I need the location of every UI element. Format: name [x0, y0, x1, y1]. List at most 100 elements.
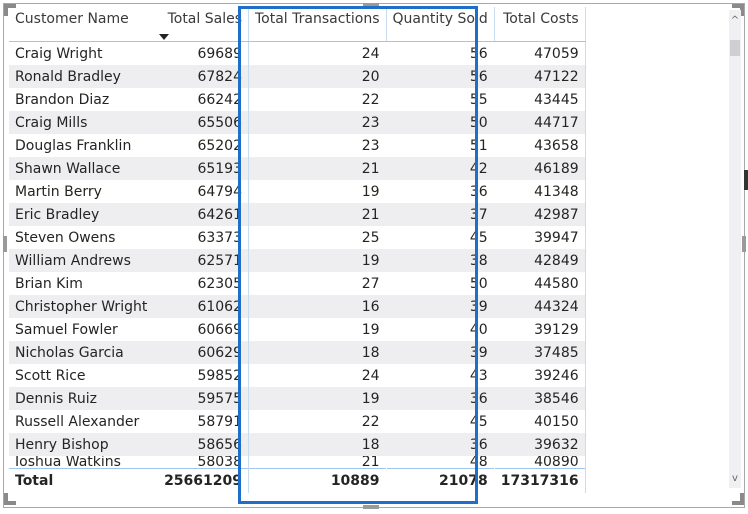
- cell-total-costs: 41348: [493, 180, 586, 203]
- cell-text: 58038: [197, 456, 242, 466]
- cell-quantity-sold: 56: [385, 65, 495, 88]
- table-row[interactable]: Douglas Franklin 65202 23 51 43658: [9, 134, 586, 157]
- cell-total-costs: 39246: [493, 364, 586, 387]
- cell-total-sales: 63373: [197, 229, 242, 246]
- cell-quantity-sold: 45: [385, 410, 495, 433]
- total-row: Total 25661209 10889 21078 17317316: [9, 468, 586, 493]
- table-row[interactable]: Craig Wright 69689 24 56 47059: [9, 41, 586, 65]
- cell-customer-name: Eric Bradley: [9, 203, 157, 226]
- cell-total-costs: 39947: [493, 226, 586, 249]
- data-table: Customer Name Total Sales Total Transact…: [9, 7, 586, 493]
- resize-handle-left[interactable]: [3, 236, 7, 252]
- cell-total-transactions: 22: [248, 88, 387, 111]
- column-header-total-costs[interactable]: Total Costs: [494, 7, 586, 42]
- table-row[interactable]: Shawn Wallace 65193 21 42 46189: [9, 157, 586, 180]
- cell-total-transactions: 24: [248, 41, 387, 65]
- total-sales: 25661209: [157, 468, 249, 493]
- cell-quantity-sold: 50: [385, 272, 495, 295]
- cell-total-transactions: 18: [248, 341, 387, 364]
- cell-total-sales: 58791: [197, 413, 242, 430]
- table-row[interactable]: Christopher Wright 61062 16 39 44324: [9, 295, 586, 318]
- cell-text: 48: [469, 456, 488, 466]
- cell-quantity-sold: 45: [385, 226, 495, 249]
- table-row[interactable]: Craig Mills 65506 23 50 44717: [9, 111, 586, 134]
- cell-customer-name: Steven Owens: [15, 229, 116, 246]
- cell-quantity-sold: 50: [385, 111, 495, 134]
- cell-total-transactions: 23: [248, 111, 387, 134]
- cell-customer-name: Shawn Wallace: [9, 157, 157, 180]
- column-header-total-transactions[interactable]: Total Transactions: [248, 7, 387, 42]
- cell-total-costs: 42849: [493, 249, 586, 272]
- cell-total-sales: 69689: [197, 45, 242, 62]
- scroll-thumb[interactable]: [730, 40, 740, 56]
- cell-total-costs: 37485: [493, 341, 586, 364]
- cell-customer-name: Brandon Diaz: [15, 91, 110, 108]
- cell-customer-name: Craig Mills: [9, 111, 157, 134]
- cell-total-transactions: 21: [248, 203, 387, 226]
- table-row-partial[interactable]: Joshua Watkins 58038 21 48 40890: [9, 456, 586, 469]
- cell-total-transactions: 22: [248, 410, 387, 433]
- table-row[interactable]: Dennis Ruiz 59575 19 36 38546: [9, 387, 586, 410]
- cell-customer-name: Samuel Fowler: [15, 321, 118, 338]
- total-label: Total: [9, 468, 157, 493]
- table-row[interactable]: Russell Alexander 58791 22 45 40150: [9, 410, 586, 433]
- cell-total-transactions: 19: [248, 180, 387, 203]
- cell-total-transactions: 25: [248, 226, 387, 249]
- edge-marker: [744, 170, 748, 190]
- corner-handle-bottom-right[interactable]: [732, 493, 744, 505]
- total-transactions: 10889: [248, 468, 387, 493]
- resize-handle-right[interactable]: [742, 236, 746, 252]
- table-row[interactable]: Brian Kim 62305 27 50 44580: [9, 272, 586, 295]
- total-costs: 17317316: [493, 468, 586, 493]
- cell-total-transactions: 21: [248, 456, 387, 469]
- cell-customer-name: Russell Alexander: [15, 413, 140, 430]
- vertical-scrollbar[interactable]: ^ v: [729, 10, 741, 488]
- scroll-down-icon[interactable]: v: [729, 472, 741, 486]
- cell-total-transactions: 19: [248, 249, 387, 272]
- column-header-quantity-sold[interactable]: Quantity Sold: [386, 7, 495, 42]
- cell-total-sales: 65193: [157, 157, 249, 180]
- cell-customer-name: Christopher Wright: [9, 295, 157, 318]
- cell-total-transactions: 18: [248, 433, 387, 456]
- cell-customer-name: Dennis Ruiz: [9, 387, 157, 410]
- cell-total-sales: 58038: [157, 456, 249, 469]
- table-row[interactable]: Ronald Bradley 67824 20 56 47122: [9, 65, 586, 88]
- cell-total-sales: 65506: [157, 111, 249, 134]
- cell-text: 40890: [534, 456, 579, 466]
- table-row[interactable]: Henry Bishop 58656 18 36 39632: [9, 433, 586, 456]
- header-label: Total Sales: [167, 11, 242, 27]
- cell-quantity-sold: 38: [385, 249, 495, 272]
- cell-quantity-sold: 36: [385, 433, 495, 456]
- cell-quantity-sold: 40: [385, 318, 495, 341]
- scroll-up-icon[interactable]: ^: [729, 14, 741, 28]
- cell-total-sales: 60629: [157, 341, 249, 364]
- table-body: Craig Wright 69689 24 56 47059 Ronald Bradley…: [9, 41, 586, 469]
- cell-customer-name: Martin Berry: [15, 183, 102, 200]
- table-row[interactable]: Samuel Fowler 60669 19 40 39129: [9, 318, 586, 341]
- table-row[interactable]: William Andrews 62571 19 38 42849: [9, 249, 586, 272]
- cell-quantity-sold: 36: [385, 180, 495, 203]
- cell-total-costs: 38546: [493, 387, 586, 410]
- table-row[interactable]: Eric Bradley 64261 21 37 42987: [9, 203, 586, 226]
- cell-customer-name: Brian Kim: [15, 275, 83, 292]
- table-row[interactable]: Steven Owens 63373 25 45 39947: [9, 226, 586, 249]
- corner-handle-bottom-left[interactable]: [4, 493, 16, 505]
- cell-text: 21: [361, 456, 380, 466]
- cell-total-costs: 40150: [493, 410, 586, 433]
- cell-customer-name: Joshua Watkins: [9, 456, 157, 469]
- resize-handle-bottom[interactable]: [363, 505, 379, 509]
- cell-total-sales: 66242: [197, 91, 242, 108]
- cell-total-transactions: 19: [248, 318, 387, 341]
- table-row[interactable]: Martin Berry 64794 19 36 41348: [9, 180, 586, 203]
- column-header-total-sales[interactable]: Total Sales: [157, 7, 249, 42]
- cell-total-sales: 65202: [197, 137, 242, 154]
- cell-customer-name: Scott Rice: [15, 367, 86, 384]
- cell-total-sales: 64261: [157, 203, 249, 226]
- cell-customer-name: Ronald Bradley: [9, 65, 157, 88]
- table-row[interactable]: Nicholas Garcia 60629 18 39 37485: [9, 341, 586, 364]
- table-row[interactable]: Scott Rice 59852 24 43 39246: [9, 364, 586, 387]
- column-header-customer-name[interactable]: Customer Name: [9, 7, 157, 42]
- header-row: Customer Name Total Sales Total Transact…: [9, 7, 586, 42]
- table-row[interactable]: Brandon Diaz 66242 22 55 43445: [9, 88, 586, 111]
- cell-total-sales: 58656: [157, 433, 249, 456]
